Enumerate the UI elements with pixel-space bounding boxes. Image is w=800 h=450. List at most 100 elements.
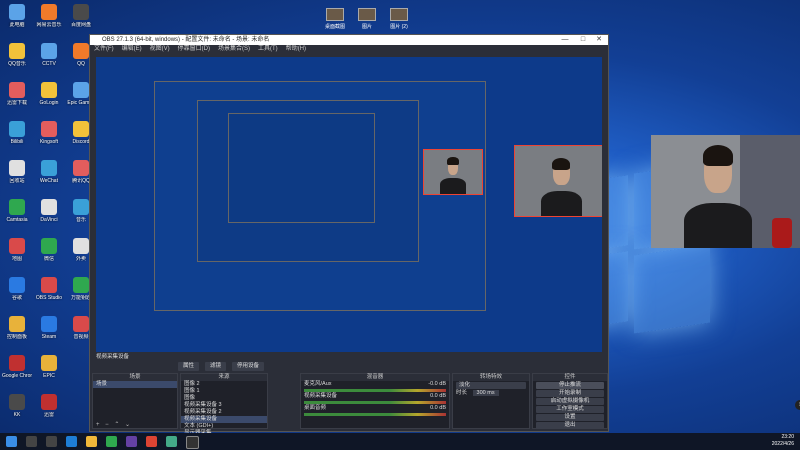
app-icon: [73, 160, 89, 176]
desktop-icon[interactable]: QQ音乐: [2, 43, 32, 77]
duration-input[interactable]: 300 ms: [472, 390, 499, 396]
desktop-icon-label: WeChat: [40, 178, 58, 184]
app-icon: [9, 82, 25, 98]
webcam-window[interactable]: [651, 135, 800, 248]
obs-taskbar-icon[interactable]: [186, 436, 199, 449]
mixer-channel-name: 麦克风/Aux: [304, 381, 332, 387]
desktop-icon[interactable]: CCTV: [34, 43, 64, 77]
menu-item[interactable]: 帮助(H): [286, 45, 306, 54]
mixer-header: 混音器: [301, 374, 449, 381]
file-explorer-icon[interactable]: [86, 436, 97, 447]
desktop-icon-label: 回收站: [9, 178, 25, 184]
volume-meter[interactable]: [304, 413, 446, 416]
edge-icon[interactable]: [66, 436, 77, 447]
menu-item[interactable]: 场景集合(S): [218, 45, 250, 54]
volume-meter[interactable]: [304, 401, 446, 404]
menu-item[interactable]: 编辑(E): [122, 45, 142, 54]
desktop-file-icon[interactable]: 图片 (2): [384, 8, 414, 30]
desktop-icon[interactable]: Camtasia: [2, 199, 32, 233]
desktop-icon-label: KK: [13, 412, 21, 418]
menu-item[interactable]: 视图(V): [150, 45, 170, 54]
volume-meter[interactable]: [304, 389, 446, 392]
desktop-icon[interactable]: 迅雷下载: [2, 82, 32, 116]
source-item[interactable]: 图像 1: [181, 388, 267, 395]
app-icon: [73, 82, 89, 98]
preview-canvas[interactable]: [96, 57, 602, 352]
desktop-file-icon[interactable]: 图片: [352, 8, 382, 30]
control-button[interactable]: 退出: [536, 422, 604, 429]
chrome-icon[interactable]: [166, 436, 177, 447]
source-item[interactable]: 文本 (GDI+): [181, 423, 267, 430]
start-button[interactable]: [6, 436, 17, 447]
person: [683, 144, 753, 248]
desktop-icon[interactable]: Google Chrome: [2, 355, 32, 389]
source-item[interactable]: 视频采集设备: [181, 416, 267, 423]
desktop-icon-label: Kingsoft: [39, 139, 59, 145]
side-arrow-icon[interactable]: ›: [795, 400, 800, 410]
desktop-icon[interactable]: 谷歌: [2, 277, 32, 311]
app-icon: [9, 238, 25, 254]
menu-item[interactable]: 文件(F): [94, 45, 114, 54]
task-view-icon[interactable]: [46, 436, 57, 447]
minimize-button[interactable]: —: [558, 35, 572, 45]
desktop-file-icon[interactable]: 桌面截图: [320, 8, 350, 30]
desktop-icon-label: CCTV: [42, 61, 56, 67]
camera-source-large[interactable]: [514, 145, 602, 217]
desktop-icon[interactable]: 此电脑: [2, 4, 32, 38]
scenes-footer[interactable]: + − ⌃ ⌄: [93, 422, 177, 428]
control-button[interactable]: 停止推流: [536, 382, 604, 389]
app-icon-2[interactable]: [146, 436, 157, 447]
menu-item[interactable]: 停靠窗口(D): [178, 45, 210, 54]
transition-select[interactable]: 淡化: [456, 382, 526, 389]
mixer-channel-db: 0.0 dB: [430, 393, 446, 399]
window-titlebar: OBS 27.1.3 (64-bit, windows) - 配置文件: 未命名…: [90, 35, 608, 45]
control-button[interactable]: 设置: [536, 414, 604, 421]
maximize-button[interactable]: □: [576, 35, 590, 45]
control-button[interactable]: 启动虚拟摄像机: [536, 398, 604, 405]
app-icon: [73, 43, 89, 59]
desktop-icon[interactable]: 网易云音乐: [34, 4, 64, 38]
close-button[interactable]: ✕: [592, 35, 606, 45]
desktop-icon[interactable]: Steam: [34, 316, 64, 350]
camera-source-small[interactable]: [423, 149, 483, 195]
desktop-icon[interactable]: 回收站: [2, 160, 32, 194]
source-item[interactable]: 图像 2: [181, 381, 267, 388]
app-icon[interactable]: [106, 436, 117, 447]
source-item[interactable]: 图像: [181, 395, 267, 402]
desktop-icon[interactable]: EPIC: [34, 355, 64, 389]
window-title: OBS 27.1.3 (64-bit, windows) - 配置文件: 未命名…: [102, 37, 270, 43]
scene-item[interactable]: 场景: [93, 381, 177, 388]
desktop-icon[interactable]: OBS Studio: [34, 277, 64, 311]
desktop-icon[interactable]: WeChat: [34, 160, 64, 194]
desktop-icon[interactable]: 控制面板: [2, 316, 32, 350]
app-icon: [41, 121, 57, 137]
desktop-icon[interactable]: 微信: [34, 238, 64, 272]
desktop-file-label: 图片 (2): [390, 24, 408, 30]
app-icon: [41, 394, 57, 410]
sources-header: 来源: [181, 374, 267, 381]
desktop-icon[interactable]: Kingsoft: [34, 121, 64, 155]
desktop-icon[interactable]: Bilibili: [2, 121, 32, 155]
app-icon: [41, 160, 57, 176]
system-clock[interactable]: 23:20 2022/4/26: [772, 434, 794, 448]
filters-button[interactable]: 滤镜: [205, 362, 227, 371]
twitch-icon[interactable]: [126, 436, 137, 447]
desktop-icon[interactable]: GoLogin: [34, 82, 64, 116]
control-button[interactable]: 工作室模式: [536, 406, 604, 413]
desktop-icon[interactable]: DaVinci: [34, 199, 64, 233]
nested-preview-3: [228, 113, 375, 223]
selected-source-label: 视频采集设备: [96, 354, 130, 360]
desktop-icon[interactable]: 迅雷: [34, 394, 64, 428]
mixer-dock: 混音器 麦克风/Aux -0.0 dB 视频采集设备 0.0 dB 桌面音频 0.0 dB: [300, 373, 450, 429]
desktop-icon[interactable]: KK: [2, 394, 32, 428]
control-button[interactable]: 开始录制: [536, 390, 604, 397]
image-file-icon: [326, 8, 344, 21]
source-item[interactable]: 视频采集设备 3: [181, 402, 267, 409]
deactivate-button[interactable]: 停用设备: [232, 362, 265, 371]
properties-button[interactable]: 属性: [178, 362, 200, 371]
desktop-icon[interactable]: 百度网盘: [66, 4, 96, 38]
search-icon[interactable]: [26, 436, 37, 447]
menu-item[interactable]: 工具(T): [258, 45, 278, 54]
source-item[interactable]: 视频采集设备 2: [181, 409, 267, 416]
desktop-icon[interactable]: 地图: [2, 238, 32, 272]
